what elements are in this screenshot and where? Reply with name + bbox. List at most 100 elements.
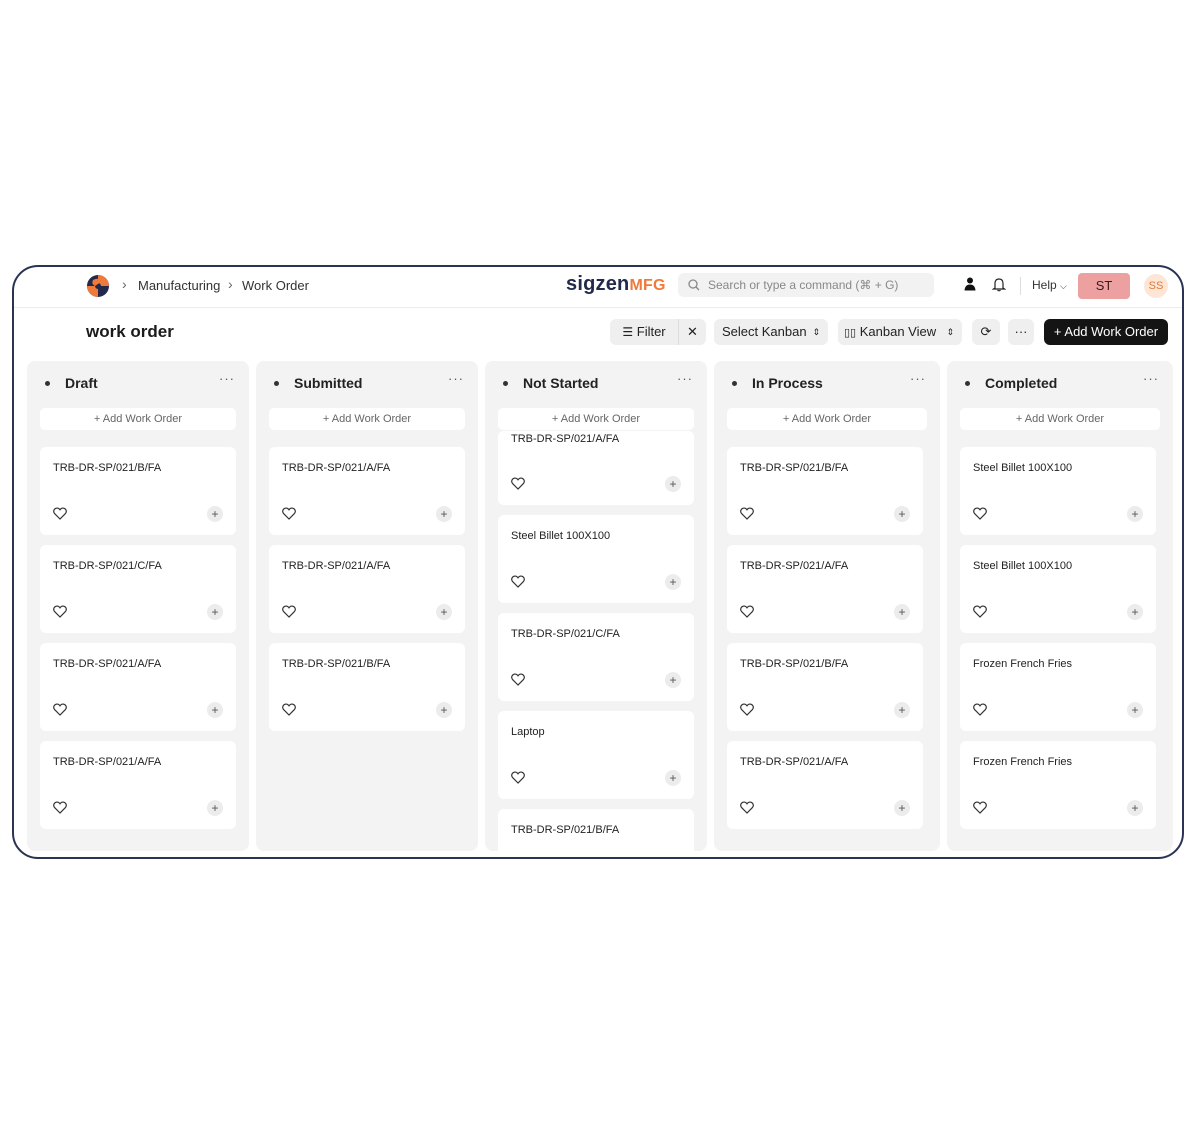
plus-icon[interactable]: + xyxy=(894,702,910,718)
kanban-card[interactable]: TRB-DR-SP/021/B/FA+ xyxy=(727,643,923,731)
column-add-button[interactable]: + Add Work Order xyxy=(498,408,694,430)
heart-icon[interactable] xyxy=(53,507,67,525)
heart-icon[interactable] xyxy=(282,703,296,721)
plus-icon[interactable]: + xyxy=(1127,800,1143,816)
heart-icon[interactable] xyxy=(973,605,987,623)
card-title: TRB-DR-SP/021/A/FA xyxy=(282,462,391,474)
kanban-card[interactable]: TRB-DR-SP/021/C/FA + xyxy=(498,613,694,701)
kanban-card[interactable]: TRB-DR-SP/021/C/FA + xyxy=(40,545,236,633)
card-title: TRB-DR-SP/021/B/FA xyxy=(53,462,162,474)
plus-icon[interactable]: + xyxy=(1127,604,1143,620)
view-switcher[interactable]: ▯▯ Kanban View ⇕ xyxy=(838,319,962,345)
kanban-card[interactable]: TRB-DR-SP/021/A/FA + xyxy=(40,643,236,731)
kanban-card[interactable]: TRB-DR-SP/021/A/FA + xyxy=(269,447,465,535)
refresh-button[interactable]: ⟳ xyxy=(972,319,1000,345)
heart-icon[interactable] xyxy=(511,771,525,789)
heart-icon[interactable] xyxy=(282,507,296,525)
search-icon xyxy=(688,279,700,291)
help-label: Help xyxy=(1032,278,1057,292)
plus-icon[interactable]: + xyxy=(1127,702,1143,718)
avatar[interactable]: SS xyxy=(1144,274,1168,298)
kanban-card[interactable]: Frozen French Fries + xyxy=(960,741,1156,829)
heart-icon[interactable] xyxy=(740,507,754,525)
column-title: In Process xyxy=(752,375,823,391)
heart-icon[interactable] xyxy=(53,703,67,721)
card-list: TRB-DR-SP/021/B/FA + TRB-DR-SP/021/A/FA + TR… xyxy=(727,447,923,839)
column-add-button[interactable]: + Add Work Order xyxy=(960,408,1160,430)
heart-icon[interactable] xyxy=(973,507,987,525)
plus-icon[interactable]: + xyxy=(436,506,452,522)
kanban-column-completed: Completed ··· + Add Work Order Steel Bil… xyxy=(947,361,1173,851)
heart-icon[interactable] xyxy=(740,801,754,819)
clear-filter-button[interactable]: ✕ xyxy=(679,319,706,345)
heart-icon[interactable] xyxy=(53,801,67,819)
kanban-card[interactable]: TRB-DR-SP/021/B/FA + xyxy=(40,447,236,535)
filter-icon: ☰ xyxy=(622,325,634,339)
card-title: TRB-DR-SP/021/A/FA xyxy=(53,658,162,670)
kanban-card[interactable]: TRB-DR-SP/021/A/FA + xyxy=(498,431,694,505)
kanban-card[interactable]: Steel Billet 100X100 + xyxy=(960,545,1156,633)
more-actions-button[interactable]: ··· xyxy=(1008,319,1034,345)
heart-icon[interactable] xyxy=(973,801,987,819)
heart-icon[interactable] xyxy=(973,703,987,721)
plus-icon[interactable]: + xyxy=(207,604,223,620)
kanban-card[interactable]: Frozen French Fries + xyxy=(960,643,1156,731)
plus-icon[interactable]: + xyxy=(207,702,223,718)
breadcrumb-work-order[interactable]: Work Order xyxy=(242,278,309,293)
brand-suffix: MFG xyxy=(629,277,666,294)
app-logo-icon[interactable] xyxy=(86,274,110,298)
select-kanban-dropdown[interactable]: Select Kanban ⇕ xyxy=(714,319,828,345)
status-dot xyxy=(732,381,737,386)
column-menu-icon[interactable]: ··· xyxy=(677,371,693,386)
plus-icon[interactable]: + xyxy=(207,506,223,522)
user-badge[interactable]: ST xyxy=(1078,273,1130,299)
column-menu-icon[interactable]: ··· xyxy=(448,371,464,386)
heart-icon[interactable] xyxy=(511,575,525,593)
plus-icon[interactable]: + xyxy=(665,476,681,492)
heart-icon[interactable] xyxy=(740,703,754,721)
plus-icon[interactable]: + xyxy=(1127,506,1143,522)
column-add-button[interactable]: + Add Work Order xyxy=(727,408,927,430)
kanban-card[interactable]: TRB-DR-SP/021/A/FA + xyxy=(40,741,236,829)
plus-icon[interactable]: + xyxy=(665,672,681,688)
heart-icon[interactable] xyxy=(511,477,525,495)
column-add-button[interactable]: + Add Work Order xyxy=(269,408,465,430)
column-menu-icon[interactable]: ··· xyxy=(219,371,235,386)
kanban-card[interactable]: TRB-DR-SP/021/A/FA + xyxy=(269,545,465,633)
heart-icon[interactable] xyxy=(282,605,296,623)
plus-icon[interactable]: + xyxy=(436,604,452,620)
heart-icon[interactable] xyxy=(740,605,754,623)
plus-icon[interactable]: + xyxy=(894,506,910,522)
kanban-card[interactable]: Steel Billet 100X100 + xyxy=(960,447,1156,535)
card-title: TRB-DR-SP/021/C/FA xyxy=(53,560,162,572)
column-add-button[interactable]: + Add Work Order xyxy=(40,408,236,430)
filter-button[interactable]: ☰ Filter xyxy=(610,319,678,345)
heart-icon[interactable] xyxy=(53,605,67,623)
plus-icon[interactable]: + xyxy=(436,702,452,718)
column-menu-icon[interactable]: ··· xyxy=(1143,371,1159,386)
add-work-order-button[interactable]: + Add Work Order xyxy=(1044,319,1168,345)
plus-icon[interactable]: + xyxy=(894,604,910,620)
heart-icon[interactable] xyxy=(511,673,525,691)
plus-icon[interactable]: + xyxy=(207,800,223,816)
breadcrumb-manufacturing[interactable]: Manufacturing xyxy=(138,278,220,293)
user-icon[interactable] xyxy=(964,277,976,291)
kanban-card[interactable]: TRB-DR-SP/021/A/FA + xyxy=(727,545,923,633)
kanban-card[interactable]: TRB-DR-SP/021/B/FA+ xyxy=(498,809,694,851)
bell-icon[interactable] xyxy=(992,277,1006,292)
column-menu-icon[interactable]: ··· xyxy=(910,371,926,386)
kanban-card[interactable]: TRB-DR-SP/021/A/FA + xyxy=(727,741,923,829)
kanban-column-submitted: Submitted ··· + Add Work Order TRB-DR-SP… xyxy=(256,361,478,851)
column-title: Not Started xyxy=(523,375,599,391)
kanban-card[interactable]: Steel Billet 100X100 + xyxy=(498,515,694,603)
kanban-card[interactable]: TRB-DR-SP/021/B/FA + xyxy=(727,447,923,535)
plus-icon[interactable]: + xyxy=(665,574,681,590)
plus-icon[interactable]: + xyxy=(894,800,910,816)
plus-icon[interactable]: + xyxy=(665,770,681,786)
kanban-card[interactable]: TRB-DR-SP/021/B/FA+ xyxy=(269,643,465,731)
kanban-card[interactable]: Laptop + xyxy=(498,711,694,799)
card-title: TRB-DR-SP/021/A/FA xyxy=(740,560,849,572)
help-menu[interactable]: Help ⌵ xyxy=(1032,278,1067,292)
card-title: TRB-DR-SP/021/B/FA xyxy=(740,462,849,474)
search-input[interactable]: Search or type a command (⌘ + G) xyxy=(678,273,934,297)
